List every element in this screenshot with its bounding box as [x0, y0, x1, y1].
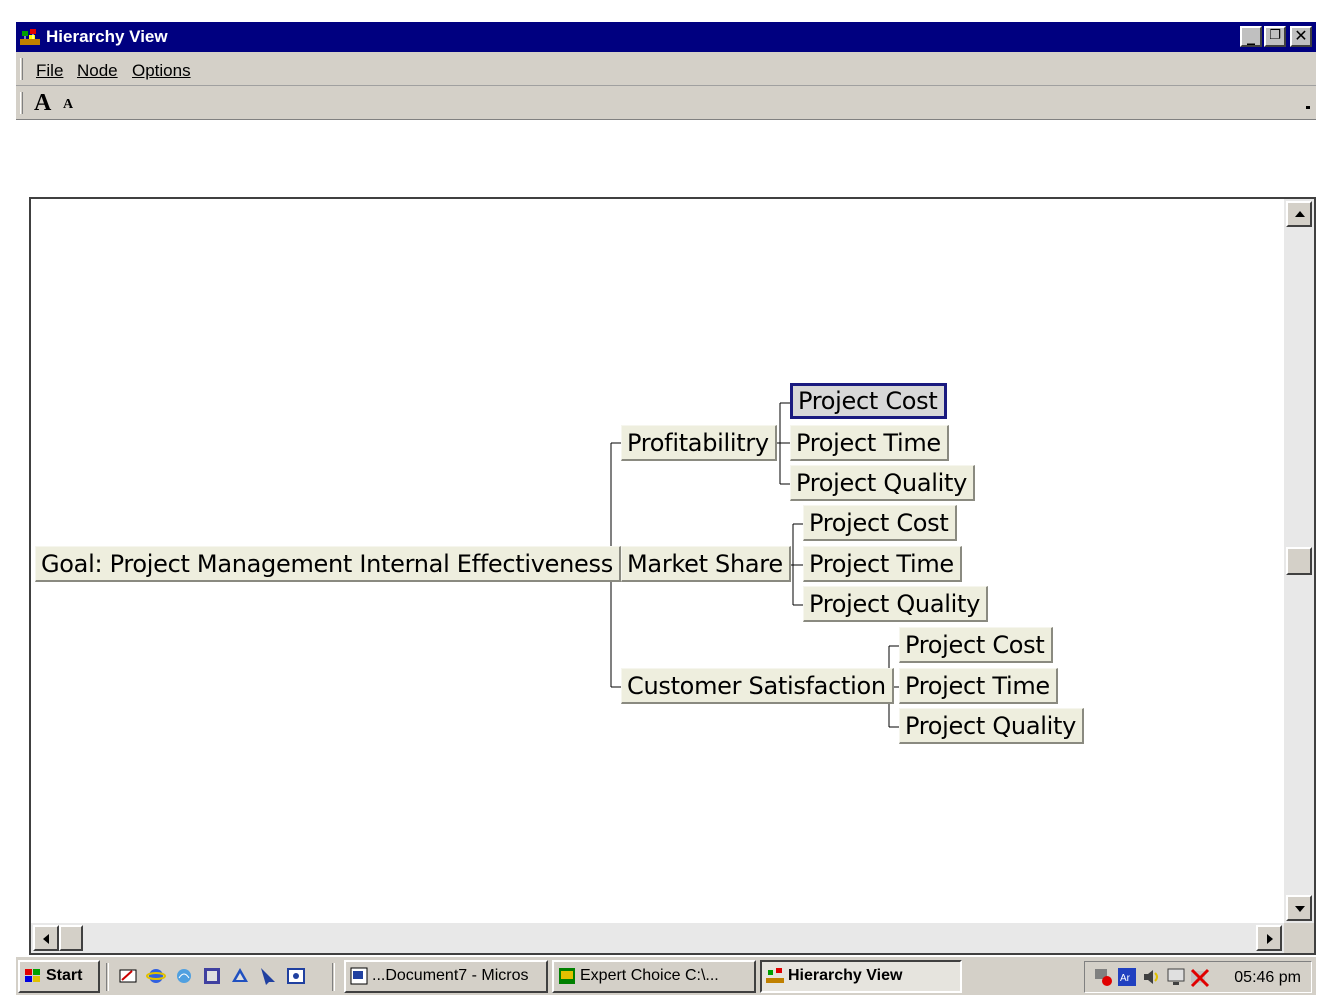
screen: Hierarchy View _ ❐ ✕ File Node Options A…	[0, 0, 1336, 1004]
start-button[interactable]: Start	[18, 960, 100, 993]
subcriterion-node-market-quality[interactable]: Project Quality	[803, 586, 989, 622]
hierarchy-icon	[766, 967, 784, 983]
title-bar[interactable]: Hierarchy View _ ❐ ✕	[16, 22, 1316, 52]
arrow-right-icon	[1267, 934, 1273, 944]
menu-node-label: Node	[77, 61, 118, 80]
menu-file-label: File	[36, 61, 64, 80]
hierarchy-app-icon	[20, 29, 40, 45]
app-icon[interactable]	[202, 966, 222, 986]
restore-icon: ❐	[1269, 28, 1281, 43]
internet-explorer-icon[interactable]	[146, 966, 166, 986]
subcriterion-node-market-cost[interactable]: Project Cost	[803, 505, 957, 541]
vertical-scroll-thumb[interactable]	[1286, 547, 1312, 575]
subcriterion-node-customer-cost[interactable]: Project Cost	[899, 627, 1053, 663]
taskbar-separator	[106, 963, 109, 991]
menu-file[interactable]: File	[36, 61, 63, 81]
scroll-left-button[interactable]	[33, 925, 59, 951]
subcriterion-node-profitability-cost[interactable]: Project Cost	[790, 383, 947, 419]
menu-node[interactable]: Node	[77, 61, 118, 81]
close-icon: ✕	[1294, 26, 1308, 45]
task-label-document: ...Document7 - Micros	[372, 967, 529, 984]
task-button-hierarchy-view[interactable]: Hierarchy View	[760, 960, 962, 993]
goal-node[interactable]: Goal: Project Management Internal Effect…	[35, 546, 621, 582]
menu-options[interactable]: Options	[132, 61, 191, 81]
font-increase-icon[interactable]: A	[34, 90, 51, 117]
toolbar-chevron-icon[interactable]	[1306, 106, 1310, 109]
minimize-button[interactable]: _	[1240, 26, 1262, 47]
arrow-down-icon	[1295, 906, 1305, 912]
minimize-icon: _	[1247, 26, 1255, 45]
scroll-right-button[interactable]	[1256, 925, 1282, 951]
vertical-scrollbar[interactable]	[1284, 199, 1314, 923]
subcriterion-node-customer-quality[interactable]: Project Quality	[899, 708, 1085, 744]
hierarchy-canvas[interactable]: Goal: Project Management Internal Effect…	[29, 197, 1316, 955]
toolbar: A A	[16, 86, 1316, 120]
system-tray: Ar 05:46 pm	[1084, 961, 1312, 993]
display-icon[interactable]	[1165, 967, 1189, 987]
svg-text:Ar: Ar	[1120, 973, 1131, 984]
criterion-node-profitability[interactable]: Profitabilitry	[621, 425, 777, 461]
subcriterion-node-market-time[interactable]: Project Time	[803, 546, 962, 582]
cursor-icon[interactable]	[258, 966, 278, 986]
expert-choice-icon	[559, 967, 575, 984]
task-button-document[interactable]: ...Document7 - Micros	[344, 960, 548, 993]
task-label-expert-choice: Expert Choice C:\...	[580, 967, 719, 984]
menu-options-label: Options	[132, 61, 191, 80]
criterion-node-market-share[interactable]: Market Share	[621, 546, 791, 582]
window-title: Hierarchy View	[46, 27, 168, 46]
outlook-express-icon[interactable]	[118, 966, 138, 986]
language-icon[interactable]: Ar	[1117, 967, 1137, 987]
word-icon	[350, 967, 368, 985]
menu-grip	[20, 58, 23, 80]
scroll-up-button[interactable]	[1286, 201, 1312, 227]
font-decrease-icon[interactable]: A	[63, 97, 73, 113]
scrollbar-corner	[1284, 923, 1314, 953]
menu-bar: File Node Options	[16, 52, 1316, 86]
app-icon[interactable]	[286, 966, 306, 986]
channels-icon[interactable]	[174, 966, 194, 986]
task-label-hierarchy-view: Hierarchy View	[788, 967, 903, 984]
horizontal-scroll-thumb[interactable]	[59, 925, 83, 951]
subcriterion-node-profitability-time[interactable]: Project Time	[790, 425, 949, 461]
toolbar-grip	[20, 92, 23, 114]
disconnected-icon[interactable]	[1189, 967, 1211, 989]
network-icon[interactable]	[1093, 967, 1113, 987]
taskbar: Start ...Document7 - Micros Expert Choic…	[16, 955, 1316, 995]
windows-logo-icon	[25, 968, 40, 982]
taskbar-separator	[332, 963, 335, 991]
horizontal-scrollbar[interactable]	[31, 923, 1284, 953]
subcriterion-node-customer-time[interactable]: Project Time	[899, 668, 1058, 704]
task-button-expert-choice[interactable]: Expert Choice C:\...	[552, 960, 756, 993]
criterion-node-customer-satisfaction[interactable]: Customer Satisfaction	[621, 668, 894, 704]
app-icon[interactable]	[230, 966, 250, 986]
speaker-icon[interactable]	[1141, 967, 1161, 987]
start-label: Start	[46, 967, 83, 984]
scroll-down-button[interactable]	[1286, 895, 1312, 921]
subcriterion-node-profitability-quality[interactable]: Project Quality	[790, 465, 976, 501]
clock: 05:46 pm	[1234, 969, 1301, 986]
arrow-up-icon	[1295, 211, 1305, 217]
restore-button[interactable]: ❐	[1264, 26, 1286, 47]
close-button[interactable]: ✕	[1290, 26, 1312, 47]
arrow-left-icon	[43, 934, 49, 944]
